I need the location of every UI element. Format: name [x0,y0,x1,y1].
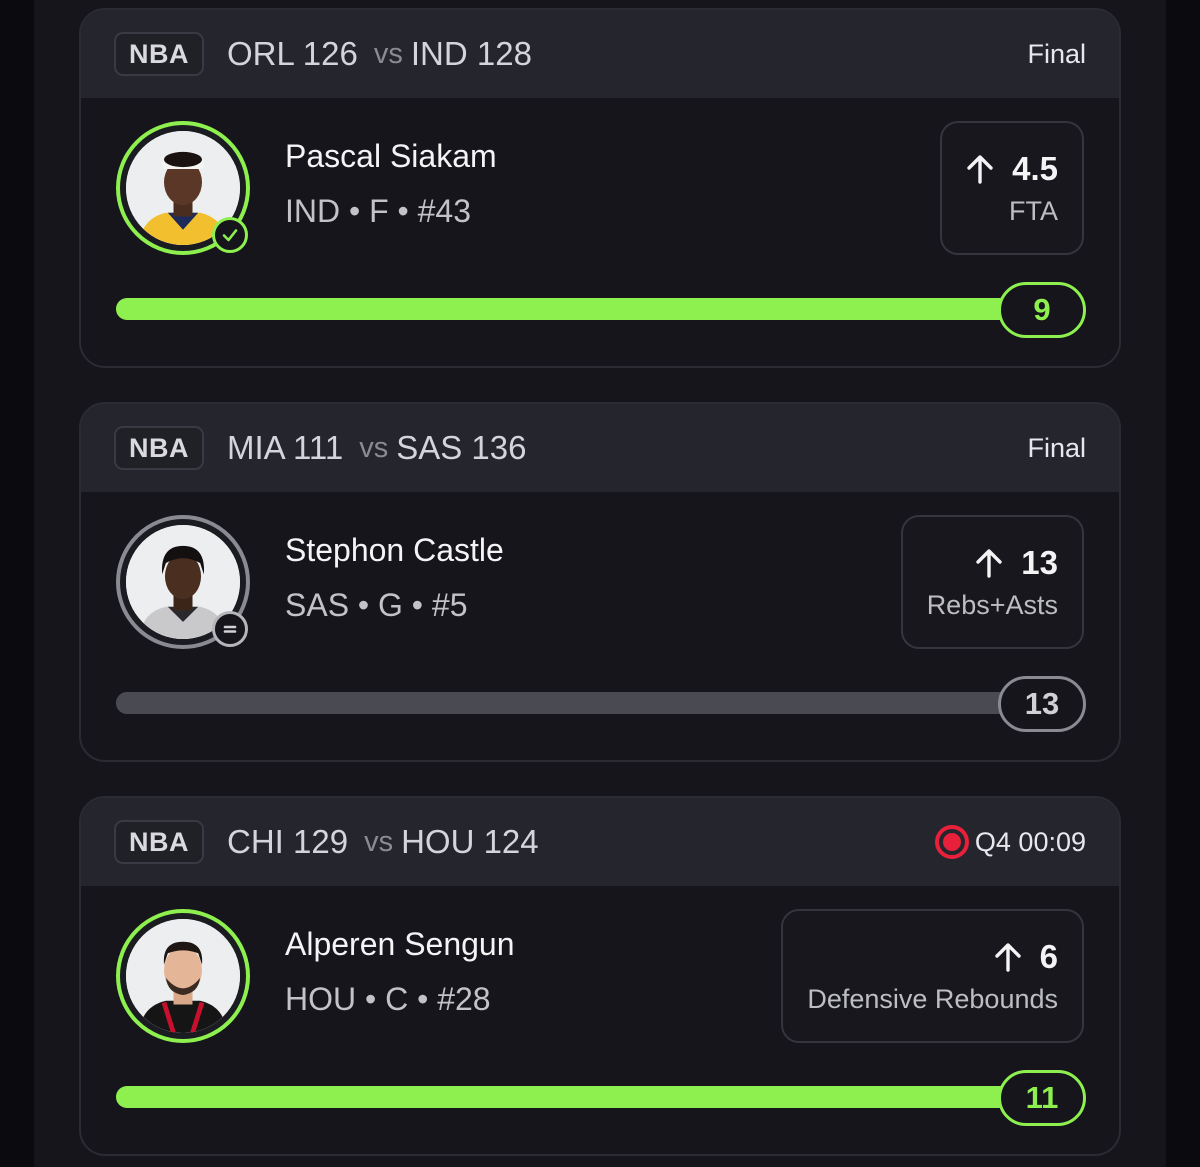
league-badge: NBA [114,820,204,864]
home-team-score: HOU 124 [401,823,539,860]
progress-fill [116,298,1026,320]
game-status-text: Final [1027,432,1086,463]
home-team-score: IND 128 [410,35,532,72]
game-score: MIA 111 vs SAS 136 [227,426,526,470]
game-status: Final [1027,426,1086,470]
player-avatar [116,909,250,1043]
up-arrow-icon [967,154,993,184]
progress-fill [116,1086,1026,1108]
player-name[interactable]: Alperen Sengun [285,926,515,963]
prop-line-value: 4.5 [1012,149,1058,187]
prop-line-value: 6 [1039,937,1058,975]
player-meta: IND • F • #43 [285,193,472,229]
player-headshot [126,919,240,1033]
up-arrow-icon [994,942,1021,972]
game-score: ORL 126 vs IND 128 [227,32,532,76]
game-score: CHI 129 vs HOU 124 [227,820,539,864]
game-header: NBA ORL 126 vs IND 128 Final [81,10,1119,98]
progress-fill [116,692,1026,714]
picks-feed: NBA ORL 126 vs IND 128 Final Pascal Siak… [34,0,1166,1167]
pick-card[interactable]: NBA CHI 129 vs HOU 124 Q4 00:09 Alperen … [79,796,1121,1156]
home-team-score: SAS 136 [396,429,527,466]
player-name[interactable]: Pascal Siakam [285,138,497,175]
result-value-pill: 11 [998,1070,1086,1126]
prop-stat-label: Defensive Rebounds [807,983,1058,1014]
league-badge: NBA [114,32,204,76]
vs-label: vs [373,37,403,70]
game-header: NBA MIA 111 vs SAS 136 Final [81,404,1119,492]
game-status: Final [1027,32,1086,76]
progress-track [116,1086,1026,1108]
player-name[interactable]: Stephon Castle [285,532,504,569]
player-meta: SAS • G • #5 [285,587,468,623]
prop-stat-label: FTA [1009,195,1058,226]
progress-track [116,298,1026,320]
prop-line-box: 4.5 FTA [940,121,1084,255]
away-team-score: MIA 111 [227,429,344,466]
prop-line-box: 6 Defensive Rebounds [781,909,1084,1043]
live-indicator-icon [934,825,969,859]
game-header: NBA CHI 129 vs HOU 124 Q4 00:09 [81,798,1119,886]
prop-line-value: 13 [1021,543,1058,581]
player-meta: HOU • C • #28 [285,981,491,1017]
progress-track [116,692,1026,714]
away-team-score: ORL 126 [227,35,358,72]
check-icon [212,217,248,253]
prop-stat-label: Rebs+Asts [926,589,1058,620]
game-status: Q4 00:09 [934,820,1086,864]
up-arrow-icon [976,548,1002,578]
vs-label: vs [359,431,389,464]
player-avatar [116,515,250,649]
game-status-text: Final [1027,38,1086,69]
player-avatar [116,121,250,255]
result-value-pill: 13 [998,676,1086,732]
result-value-pill: 9 [998,282,1086,338]
away-team-score: CHI 129 [227,823,349,860]
league-badge: NBA [114,426,204,470]
pick-card[interactable]: NBA ORL 126 vs IND 128 Final Pascal Siak… [79,8,1121,368]
prop-line-box: 13 Rebs+Asts [900,515,1084,649]
game-status-text: Q4 00:09 [974,826,1086,857]
vs-label: vs [364,825,394,858]
pick-card[interactable]: NBA MIA 111 vs SAS 136 Final Stephon Cas… [79,402,1121,762]
equals-icon [212,611,248,647]
